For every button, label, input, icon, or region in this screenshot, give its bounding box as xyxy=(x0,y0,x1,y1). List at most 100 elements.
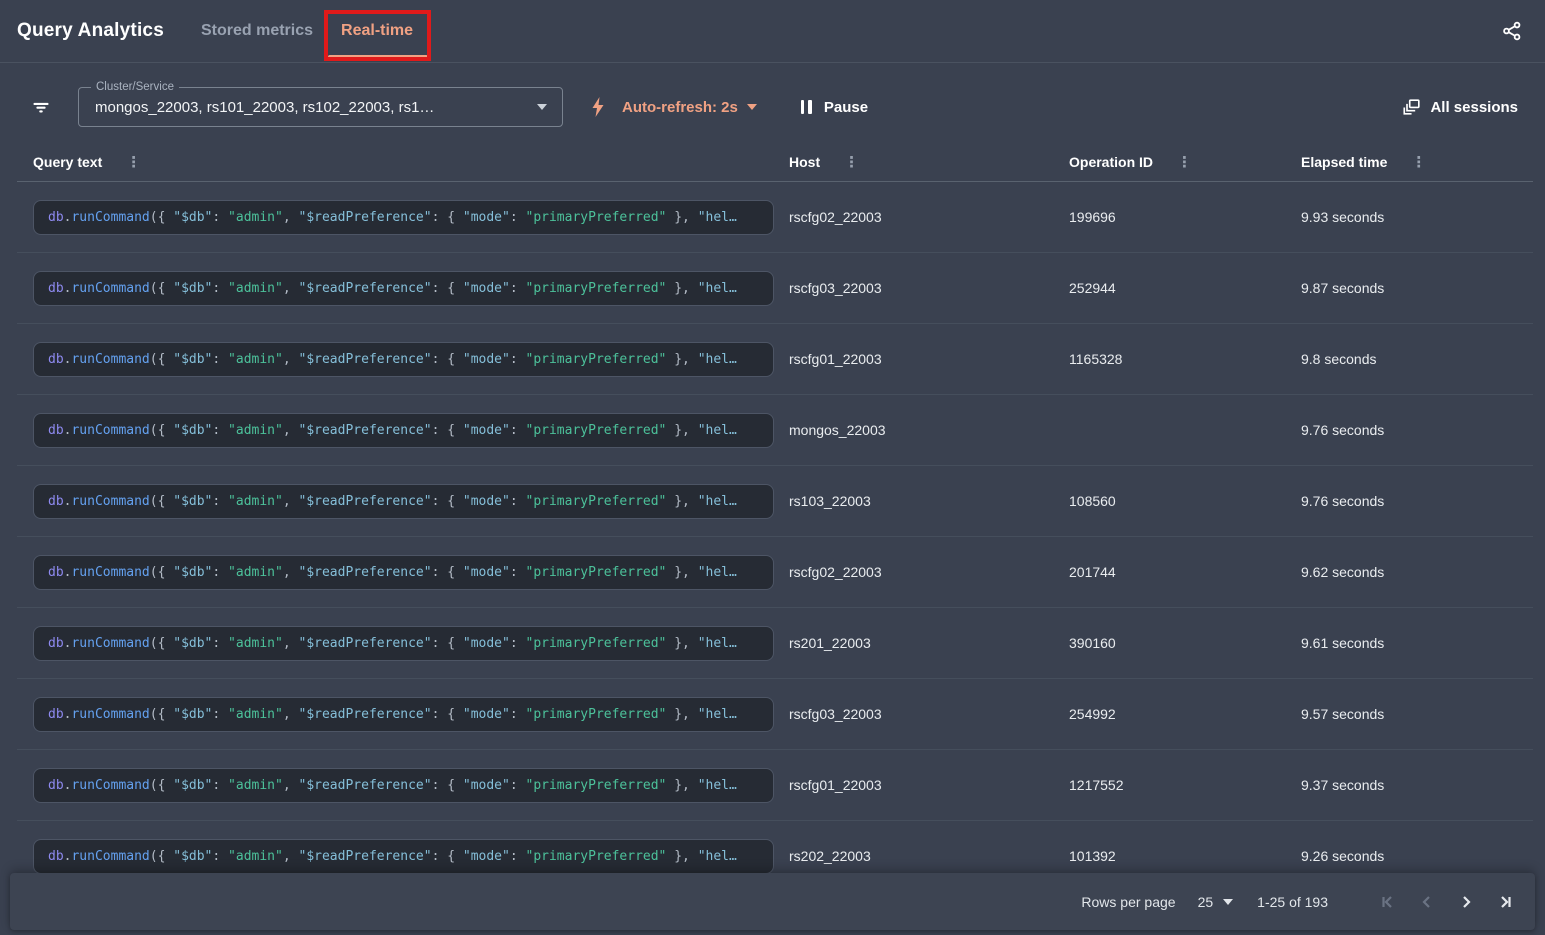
column-menu-kebab-icon[interactable]: ⋮ xyxy=(1173,153,1196,172)
all-sessions-button[interactable]: All sessions xyxy=(1402,97,1518,117)
chevron-right-icon xyxy=(1457,893,1475,911)
query-text-chip[interactable]: db.runCommand({ "$db": "admin", "$readPr… xyxy=(33,342,774,377)
stacked-sessions-icon xyxy=(1402,97,1422,117)
first-page-button[interactable] xyxy=(1375,889,1401,915)
cluster-service-value: mongos_22003, rs101_22003, rs102_22003, … xyxy=(95,99,434,116)
operation-id-cell: 254992 xyxy=(1069,706,1301,722)
page-title: Query Analytics xyxy=(17,20,164,42)
table-row: db.runCommand({ "$db": "admin", "$readPr… xyxy=(17,679,1533,750)
query-text-chip[interactable]: db.runCommand({ "$db": "admin", "$readPr… xyxy=(33,697,774,732)
filter-icon[interactable] xyxy=(30,96,52,118)
chevron-left-icon xyxy=(1418,893,1436,911)
operation-id-cell: 108560 xyxy=(1069,493,1301,509)
operation-id-cell: 199696 xyxy=(1069,209,1301,225)
auto-refresh-control[interactable]: Auto-refresh: 2s xyxy=(590,97,757,117)
query-cell: db.runCommand({ "$db": "admin", "$readPr… xyxy=(33,626,789,661)
auto-refresh-label: Auto-refresh: 2s xyxy=(622,99,738,116)
column-header-operation-id: Operation ID ⋮ xyxy=(1069,153,1301,172)
host-cell: rs202_22003 xyxy=(789,848,1069,864)
table-row: db.runCommand({ "$db": "admin", "$readPr… xyxy=(17,324,1533,395)
host-cell: rscfg03_22003 xyxy=(789,706,1069,722)
operation-id-cell: 1165328 xyxy=(1069,351,1301,367)
elapsed-time-cell: 9.8 seconds xyxy=(1301,351,1533,367)
all-sessions-label: All sessions xyxy=(1430,99,1518,116)
query-text-chip[interactable]: db.runCommand({ "$db": "admin", "$readPr… xyxy=(33,626,774,661)
elapsed-time-cell: 9.87 seconds xyxy=(1301,280,1533,296)
query-cell: db.runCommand({ "$db": "admin", "$readPr… xyxy=(33,271,789,306)
operation-id-cell: 390160 xyxy=(1069,635,1301,651)
rows-per-page-value: 25 xyxy=(1198,894,1214,910)
elapsed-time-cell: 9.93 seconds xyxy=(1301,209,1533,225)
tab-stored-metrics[interactable]: Stored metrics xyxy=(199,0,315,62)
elapsed-time-cell: 9.76 seconds xyxy=(1301,422,1533,438)
query-text-chip[interactable]: db.runCommand({ "$db": "admin", "$readPr… xyxy=(33,484,774,519)
column-menu-kebab-icon[interactable]: ⋮ xyxy=(840,153,863,172)
rows-per-page-label: Rows per page xyxy=(1081,894,1175,910)
previous-page-button[interactable] xyxy=(1414,889,1440,915)
query-cell: db.runCommand({ "$db": "admin", "$readPr… xyxy=(33,484,789,519)
tabs: Stored metrics Real-time xyxy=(199,0,439,62)
chevron-down-icon xyxy=(1223,899,1233,905)
host-cell: rscfg02_22003 xyxy=(789,564,1069,580)
elapsed-time-cell: 9.76 seconds xyxy=(1301,493,1533,509)
chevron-down-icon xyxy=(537,104,547,110)
host-cell: mongos_22003 xyxy=(789,422,1069,438)
cluster-service-label: Cluster/Service xyxy=(91,80,179,94)
query-cell: db.runCommand({ "$db": "admin", "$readPr… xyxy=(33,342,789,377)
query-cell: db.runCommand({ "$db": "admin", "$readPr… xyxy=(33,839,789,874)
operation-id-cell: 101392 xyxy=(1069,848,1301,864)
last-page-button[interactable] xyxy=(1492,889,1518,915)
table-body: db.runCommand({ "$db": "admin", "$readPr… xyxy=(17,182,1533,892)
pause-button-label: Pause xyxy=(824,99,868,116)
column-header-query-text: Query text ⋮ xyxy=(33,153,789,172)
next-page-button[interactable] xyxy=(1453,889,1479,915)
host-cell: rscfg01_22003 xyxy=(789,777,1069,793)
table-header-row: Query text ⋮ Host ⋮ Operation ID ⋮ Elaps… xyxy=(17,143,1533,182)
host-cell: rscfg02_22003 xyxy=(789,209,1069,225)
query-text-chip[interactable]: db.runCommand({ "$db": "admin", "$readPr… xyxy=(33,271,774,306)
operation-id-cell: 252944 xyxy=(1069,280,1301,296)
host-cell: rscfg03_22003 xyxy=(789,280,1069,296)
query-text-chip[interactable]: db.runCommand({ "$db": "admin", "$readPr… xyxy=(33,413,774,448)
query-text-chip[interactable]: db.runCommand({ "$db": "admin", "$readPr… xyxy=(33,200,774,235)
table-row: db.runCommand({ "$db": "admin", "$readPr… xyxy=(17,253,1533,324)
host-cell: rs103_22003 xyxy=(789,493,1069,509)
host-cell: rscfg01_22003 xyxy=(789,351,1069,367)
toolbar: Cluster/Service mongos_22003, rs101_2200… xyxy=(0,63,1545,143)
table-row: db.runCommand({ "$db": "admin", "$readPr… xyxy=(17,750,1533,821)
pagination-range-label: 1-25 of 193 xyxy=(1257,894,1328,910)
column-header-elapsed-time: Elapsed time ⋮ xyxy=(1301,153,1533,172)
tab-real-time-label: Real-time xyxy=(341,22,413,40)
column-menu-kebab-icon[interactable]: ⋮ xyxy=(1407,153,1430,172)
last-page-icon xyxy=(1496,893,1514,911)
elapsed-time-cell: 9.62 seconds xyxy=(1301,564,1533,580)
active-tab-indicator xyxy=(328,55,428,59)
lightning-bolt-icon xyxy=(590,97,606,117)
first-page-icon xyxy=(1379,893,1397,911)
chevron-down-icon xyxy=(747,104,757,110)
pause-icon xyxy=(801,100,812,114)
operation-id-cell: 1217552 xyxy=(1069,777,1301,793)
rows-per-page-select[interactable]: 25 xyxy=(1198,894,1234,910)
table-row: db.runCommand({ "$db": "admin", "$readPr… xyxy=(17,537,1533,608)
operation-id-cell: 201744 xyxy=(1069,564,1301,580)
tab-stored-metrics-label: Stored metrics xyxy=(201,22,313,40)
tab-real-time[interactable]: Real-time xyxy=(339,0,415,62)
column-menu-kebab-icon[interactable]: ⋮ xyxy=(122,153,145,172)
query-text-chip[interactable]: db.runCommand({ "$db": "admin", "$readPr… xyxy=(33,555,774,590)
query-cell: db.runCommand({ "$db": "admin", "$readPr… xyxy=(33,697,789,732)
query-cell: db.runCommand({ "$db": "admin", "$readPr… xyxy=(33,413,789,448)
table-row: db.runCommand({ "$db": "admin", "$readPr… xyxy=(17,395,1533,466)
query-cell: db.runCommand({ "$db": "admin", "$readPr… xyxy=(33,200,789,235)
elapsed-time-cell: 9.37 seconds xyxy=(1301,777,1533,793)
share-icon[interactable] xyxy=(1499,18,1525,44)
query-text-chip[interactable]: db.runCommand({ "$db": "admin", "$readPr… xyxy=(33,839,774,874)
column-header-host: Host ⋮ xyxy=(789,153,1069,172)
pagination-bar: Rows per page 25 1-25 of 193 xyxy=(10,873,1535,930)
queries-table: Query text ⋮ Host ⋮ Operation ID ⋮ Elaps… xyxy=(17,143,1533,892)
pause-button[interactable]: Pause xyxy=(801,99,868,116)
query-text-chip[interactable]: db.runCommand({ "$db": "admin", "$readPr… xyxy=(33,768,774,803)
table-row: db.runCommand({ "$db": "admin", "$readPr… xyxy=(17,466,1533,537)
elapsed-time-cell: 9.26 seconds xyxy=(1301,848,1533,864)
cluster-service-select[interactable]: Cluster/Service mongos_22003, rs101_2200… xyxy=(78,87,563,127)
